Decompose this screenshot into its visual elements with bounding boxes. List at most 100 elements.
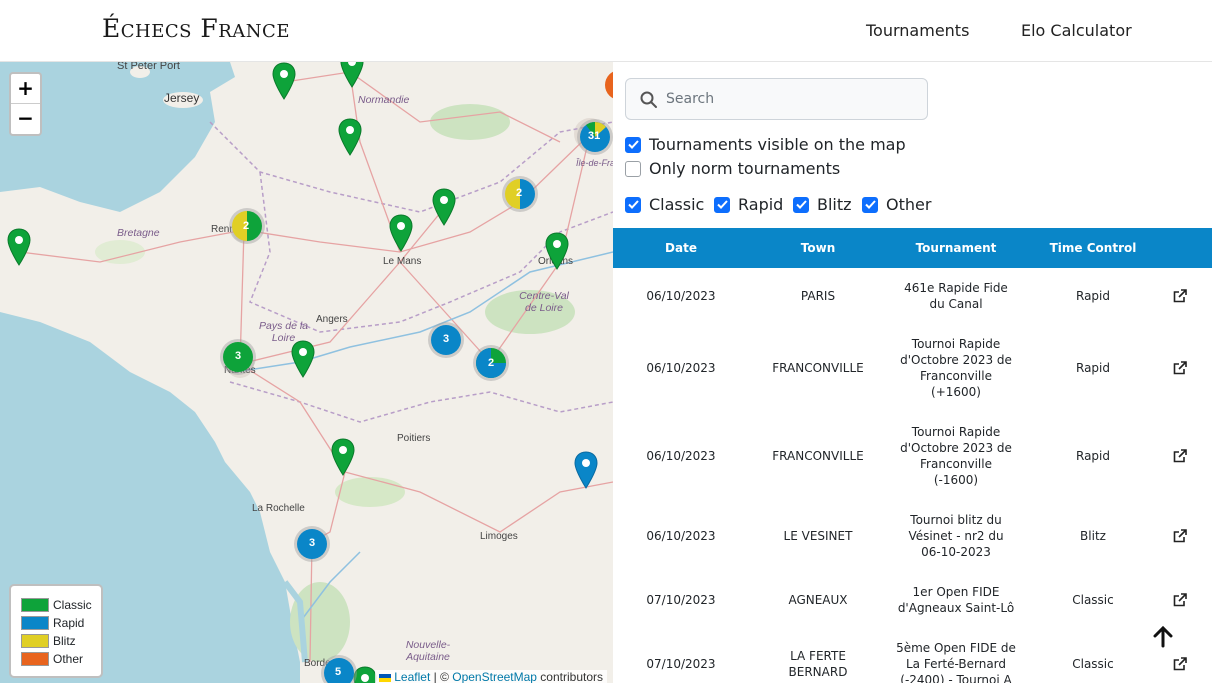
external-link-icon[interactable] <box>1173 657 1187 671</box>
external-link-icon[interactable] <box>1173 529 1187 543</box>
site-brand[interactable]: Échecs France <box>102 14 290 43</box>
checkbox-checked-icon[interactable] <box>714 196 730 213</box>
cell-line: (-2400) - Tournoi A <box>900 673 1012 683</box>
external-link-icon[interactable] <box>1173 449 1187 463</box>
cell-time-control: Blitz <box>1080 529 1106 543</box>
filter-blitz[interactable]: Blitz <box>793 195 852 214</box>
cluster-count: 3 <box>235 350 242 362</box>
place-label: La Rochelle <box>252 503 305 514</box>
column-header-time-control[interactable]: Time Control <box>1043 241 1143 255</box>
place-label: Jersey <box>164 91 200 105</box>
checkbox-unchecked-icon[interactable] <box>625 160 641 177</box>
cell-line: PARIS <box>800 289 836 303</box>
cell-town: PARIS <box>763 288 873 304</box>
filter-label: Rapid <box>738 195 784 214</box>
table-row[interactable]: 07/10/2023 AGNEAUX 1er Open FIDE d'Agneau… <box>613 572 1212 628</box>
leaflet-link[interactable]: Leaflet <box>394 670 430 683</box>
checkbox-checked-icon[interactable] <box>862 196 878 213</box>
table-row[interactable]: 06/10/2023 FRANCONVILLE Tournoi Rapide d'… <box>613 324 1212 412</box>
cell-line: du Canal <box>929 297 983 311</box>
cell-line: 1er Open FIDE <box>912 585 1000 599</box>
search-input[interactable] <box>666 80 916 118</box>
map-legend: Classic Rapid Blitz Other <box>9 584 103 678</box>
cell-line: d'Agneaux Saint-Lô <box>897 601 1015 615</box>
checkbox-checked-icon[interactable] <box>793 196 809 213</box>
marker-pin-icon[interactable] <box>340 62 364 88</box>
filter-norm-only[interactable]: Only norm tournaments <box>625 159 840 178</box>
column-header-tournament[interactable]: Tournament <box>896 241 1016 255</box>
marker-pin-icon[interactable] <box>331 438 355 476</box>
marker-pin-icon[interactable] <box>432 188 456 226</box>
cell-line: 5ème Open FIDE de <box>896 641 1016 655</box>
cell-line: Tournoi Rapide <box>911 425 1001 439</box>
legend-label: Classic <box>53 598 92 612</box>
attribution-sep: | © <box>430 670 453 683</box>
cell-line: FRANCONVILLE <box>772 449 864 463</box>
cell-line: d'Octobre 2023 de <box>900 441 1012 455</box>
table-row[interactable]: 07/10/2023 LA FERTE BERNARD 5ème Open FID… <box>613 628 1212 683</box>
cell-town: LE VESINET <box>763 528 873 544</box>
osm-link[interactable]: OpenStreetMap <box>452 670 537 683</box>
cell-line: LE VESINET <box>783 529 853 543</box>
place-label: St Peter Port <box>117 62 180 72</box>
cell-time-control: Rapid <box>1076 289 1110 303</box>
marker-pin-icon[interactable] <box>291 340 315 378</box>
zoom-out-button[interactable]: − <box>11 104 40 134</box>
marker-pin-icon[interactable] <box>574 451 598 489</box>
cell-tournament: 5ème Open FIDE de La Ferté-Bernard (-2400)… <box>896 640 1016 683</box>
place-label: Bretagne <box>117 227 160 239</box>
nav-elo-calculator[interactable]: Elo Calculator <box>1021 21 1132 40</box>
zoom-in-button[interactable]: + <box>11 74 40 104</box>
place-label: Centre-Val de Loire <box>519 290 569 314</box>
table-row[interactable]: 06/10/2023 PARIS 461e Rapide Fide du Cana… <box>613 268 1212 324</box>
legend-swatch <box>21 652 49 666</box>
legend-swatch <box>21 616 49 630</box>
external-link-icon[interactable] <box>1173 593 1187 607</box>
cell-line: 06-10-2023 <box>921 545 991 559</box>
cell-line: Tournoi blitz du <box>910 513 1002 527</box>
external-link-icon[interactable] <box>1173 361 1187 375</box>
marker-pin-icon[interactable] <box>338 118 362 156</box>
table-row[interactable]: 06/10/2023 FRANCONVILLE Tournoi Rapide d'… <box>613 412 1212 500</box>
marker-pin-icon[interactable] <box>7 228 31 266</box>
cell-line: Franconville <box>920 369 992 383</box>
column-header-date[interactable]: Date <box>631 241 731 255</box>
legend-label: Blitz <box>53 634 76 648</box>
filter-label: Tournaments visible on the map <box>649 135 906 154</box>
place-label: Le Mans <box>383 256 422 267</box>
attribution-tail: contributors <box>536 670 603 683</box>
cell-tournament: Tournoi Rapide d'Octobre 2023 de Franconvi… <box>896 424 1016 488</box>
legend-swatch <box>21 598 49 612</box>
filter-label: Only norm tournaments <box>649 159 841 178</box>
place-label: Normandie <box>358 94 410 106</box>
cell-tournament: Tournoi Rapide d'Octobre 2023 de Franconvi… <box>896 336 1016 400</box>
top-navbar: Échecs France Tournaments Elo Calculator <box>0 0 1212 62</box>
external-link-icon[interactable] <box>1173 289 1187 303</box>
cluster-count: 31 <box>588 130 601 142</box>
search-box <box>625 78 928 120</box>
legend-label: Other <box>53 652 84 666</box>
table-row[interactable]: 06/10/2023 LE VESINET Tournoi blitz du Vé… <box>613 500 1212 572</box>
ukraine-flag-icon <box>378 673 391 682</box>
filter-other[interactable]: Other <box>862 195 931 214</box>
marker-pin-icon[interactable] <box>272 62 296 100</box>
place-label: Nouvelle-Aquitaine <box>405 639 451 663</box>
legend-item: Other <box>21 650 101 668</box>
marker-pin-icon[interactable] <box>545 232 569 270</box>
cell-line: (-1600) <box>933 473 979 487</box>
checkbox-checked-icon[interactable] <box>625 196 641 213</box>
filter-visible-on-map[interactable]: Tournaments visible on the map <box>625 135 906 154</box>
cell-date: 06/10/2023 <box>646 289 716 303</box>
nav-tournaments[interactable]: Tournaments <box>866 21 969 40</box>
marker-pin-icon[interactable] <box>389 214 413 252</box>
arrow-up-icon[interactable] <box>1151 625 1175 649</box>
legend-item: Classic <box>21 596 101 614</box>
filter-classic[interactable]: Classic <box>625 195 704 214</box>
filter-rapid[interactable]: Rapid <box>714 195 783 214</box>
tournament-map[interactable]: St Peter Port Jersey Normandie Bretagne … <box>0 62 613 683</box>
cell-line: LA FERTE <box>790 649 846 663</box>
checkbox-checked-icon[interactable] <box>625 136 641 153</box>
cell-line: (+1600) <box>931 385 981 399</box>
column-header-town[interactable]: Town <box>763 241 873 255</box>
cluster-count: 3 <box>309 537 316 549</box>
